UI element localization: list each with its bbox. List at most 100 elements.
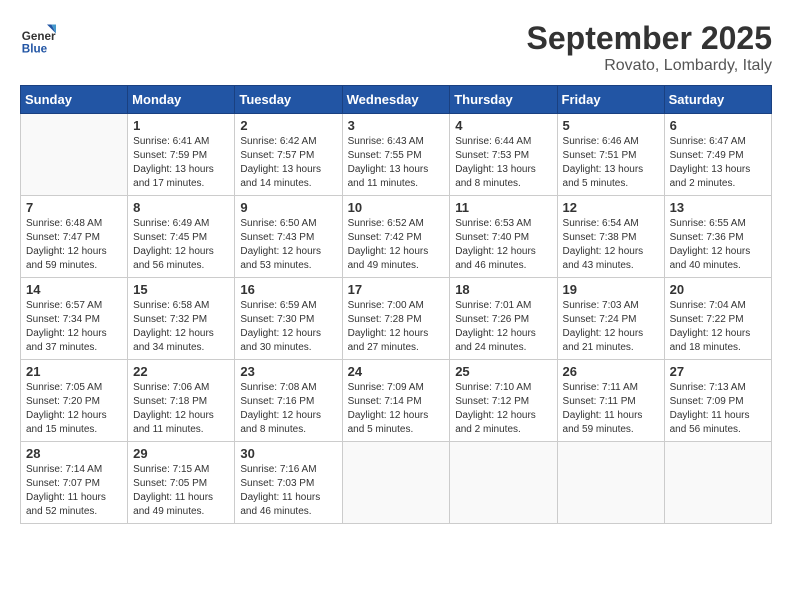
calendar-cell: 26Sunrise: 7:11 AM Sunset: 7:11 PM Dayli…: [557, 360, 664, 442]
day-info: Sunrise: 7:01 AM Sunset: 7:26 PM Dayligh…: [455, 299, 551, 355]
calendar-cell: 29 Sunrise: 7:15 AM Sunset: 7:05 PM Dayli…: [128, 442, 235, 524]
day-info: Sunrise: 6:49 AM Sunset: 7:45 PM Dayligh…: [133, 217, 229, 273]
calendar-cell: 6 Sunrise: 6:47 AM Sunset: 7:49 PM Daylig…: [664, 114, 771, 196]
day-info: Sunrise: 7:00 AM Sunset: 7:28 PM Dayligh…: [348, 299, 445, 355]
calendar-cell: 28Sunrise: 7:14 AM Sunset: 7:07 PM Dayli…: [21, 442, 128, 524]
day-number: 4: [455, 118, 551, 133]
column-header-saturday: Saturday: [664, 86, 771, 114]
day-info: Sunrise: 6:54 AM Sunset: 7:38 PM Dayligh…: [563, 217, 659, 273]
svg-text:General: General: [22, 30, 56, 43]
day-number: 12: [563, 200, 659, 215]
day-info: Sunrise: 6:50 AM Sunset: 7:43 PM Dayligh…: [240, 217, 336, 273]
calendar-cell: 10Sunrise: 6:52 AM Sunset: 7:42 PM Dayli…: [342, 196, 450, 278]
calendar-cell: 3 Sunrise: 6:43 AM Sunset: 7:55 PM Daylig…: [342, 114, 450, 196]
column-header-friday: Friday: [557, 86, 664, 114]
calendar-cell: 2 Sunrise: 6:42 AM Sunset: 7:57 PM Daylig…: [235, 114, 342, 196]
day-info: Sunrise: 7:08 AM Sunset: 7:16 PM Dayligh…: [240, 381, 336, 437]
month-title: September 2025: [527, 20, 772, 57]
calendar-week-row: 28Sunrise: 7:14 AM Sunset: 7:07 PM Dayli…: [21, 442, 772, 524]
calendar-cell: [342, 442, 450, 524]
day-info: Sunrise: 6:42 AM Sunset: 7:57 PM Dayligh…: [240, 135, 336, 191]
day-number: 30: [240, 446, 336, 461]
day-info: Sunrise: 6:46 AM Sunset: 7:51 PM Dayligh…: [563, 135, 659, 191]
day-info: Sunrise: 7:10 AM Sunset: 7:12 PM Dayligh…: [455, 381, 551, 437]
calendar-cell: 15 Sunrise: 6:58 AM Sunset: 7:32 PM Dayli…: [128, 278, 235, 360]
day-info: Sunrise: 6:58 AM Sunset: 7:32 PM Dayligh…: [133, 299, 229, 355]
calendar-cell: [21, 114, 128, 196]
day-info: Sunrise: 6:47 AM Sunset: 7:49 PM Dayligh…: [670, 135, 766, 191]
calendar-cell: 13Sunrise: 6:55 AM Sunset: 7:36 PM Dayli…: [664, 196, 771, 278]
day-number: 5: [563, 118, 659, 133]
calendar-cell: 17 Sunrise: 7:00 AM Sunset: 7:28 PM Dayli…: [342, 278, 450, 360]
page-header: General Blue September 2025 Rovato, Lomb…: [20, 20, 772, 75]
day-number: 1: [133, 118, 229, 133]
day-number: 15: [133, 282, 229, 297]
calendar-cell: 23Sunrise: 7:08 AM Sunset: 7:16 PM Dayli…: [235, 360, 342, 442]
title-block: September 2025 Rovato, Lombardy, Italy: [527, 20, 772, 75]
day-number: 19: [563, 282, 659, 297]
column-header-tuesday: Tuesday: [235, 86, 342, 114]
calendar-cell: 1 Sunrise: 6:41 AM Sunset: 7:59 PM Daylig…: [128, 114, 235, 196]
day-info: Sunrise: 6:43 AM Sunset: 7:55 PM Dayligh…: [348, 135, 445, 191]
day-number: 27: [670, 364, 766, 379]
column-header-monday: Monday: [128, 86, 235, 114]
column-header-wednesday: Wednesday: [342, 86, 450, 114]
day-info: Sunrise: 6:44 AM Sunset: 7:53 PM Dayligh…: [455, 135, 551, 191]
day-number: 24: [348, 364, 445, 379]
day-info: Sunrise: 6:53 AM Sunset: 7:40 PM Dayligh…: [455, 217, 551, 273]
logo-icon: General Blue: [20, 20, 56, 56]
day-number: 9: [240, 200, 336, 215]
day-info: Sunrise: 7:16 AM Sunset: 7:03 PM Dayligh…: [240, 463, 336, 519]
day-number: 21: [26, 364, 122, 379]
calendar-cell: 7Sunrise: 6:48 AM Sunset: 7:47 PM Daylig…: [21, 196, 128, 278]
day-number: 14: [26, 282, 122, 297]
day-number: 10: [348, 200, 445, 215]
day-info: Sunrise: 7:15 AM Sunset: 7:05 PM Dayligh…: [133, 463, 229, 519]
calendar-cell: 21Sunrise: 7:05 AM Sunset: 7:20 PM Dayli…: [21, 360, 128, 442]
calendar-cell: 30 Sunrise: 7:16 AM Sunset: 7:03 PM Dayli…: [235, 442, 342, 524]
calendar-cell: 8 Sunrise: 6:49 AM Sunset: 7:45 PM Daylig…: [128, 196, 235, 278]
day-info: Sunrise: 7:09 AM Sunset: 7:14 PM Dayligh…: [348, 381, 445, 437]
day-number: 8: [133, 200, 229, 215]
day-number: 28: [26, 446, 122, 461]
day-info: Sunrise: 6:57 AM Sunset: 7:34 PM Dayligh…: [26, 299, 122, 355]
day-number: 2: [240, 118, 336, 133]
day-number: 3: [348, 118, 445, 133]
day-info: Sunrise: 7:13 AM Sunset: 7:09 PM Dayligh…: [670, 381, 766, 437]
day-info: Sunrise: 7:06 AM Sunset: 7:18 PM Dayligh…: [133, 381, 229, 437]
location-title: Rovato, Lombardy, Italy: [527, 57, 772, 75]
day-number: 16: [240, 282, 336, 297]
calendar-cell: 11 Sunrise: 6:53 AM Sunset: 7:40 PM Dayli…: [450, 196, 557, 278]
calendar-week-row: 14 Sunrise: 6:57 AM Sunset: 7:34 PM Dayli…: [21, 278, 772, 360]
calendar-table: SundayMondayTuesdayWednesdayThursdayFrid…: [20, 85, 772, 524]
day-info: Sunrise: 7:11 AM Sunset: 7:11 PM Dayligh…: [563, 381, 659, 437]
logo: General Blue: [20, 20, 60, 56]
calendar-cell: 12 Sunrise: 6:54 AM Sunset: 7:38 PM Dayli…: [557, 196, 664, 278]
calendar-header-row: SundayMondayTuesdayWednesdayThursdayFrid…: [21, 86, 772, 114]
calendar-cell: 18 Sunrise: 7:01 AM Sunset: 7:26 PM Dayli…: [450, 278, 557, 360]
calendar-cell: 24 Sunrise: 7:09 AM Sunset: 7:14 PM Dayli…: [342, 360, 450, 442]
calendar-cell: [664, 442, 771, 524]
day-number: 29: [133, 446, 229, 461]
calendar-cell: 5 Sunrise: 6:46 AM Sunset: 7:51 PM Daylig…: [557, 114, 664, 196]
calendar-cell: 14 Sunrise: 6:57 AM Sunset: 7:34 PM Dayli…: [21, 278, 128, 360]
day-number: 22: [133, 364, 229, 379]
day-info: Sunrise: 7:04 AM Sunset: 7:22 PM Dayligh…: [670, 299, 766, 355]
day-info: Sunrise: 6:55 AM Sunset: 7:36 PM Dayligh…: [670, 217, 766, 273]
calendar-cell: 20Sunrise: 7:04 AM Sunset: 7:22 PM Dayli…: [664, 278, 771, 360]
calendar-cell: 16 Sunrise: 6:59 AM Sunset: 7:30 PM Dayli…: [235, 278, 342, 360]
column-header-thursday: Thursday: [450, 86, 557, 114]
day-number: 7: [26, 200, 122, 215]
calendar-week-row: 7Sunrise: 6:48 AM Sunset: 7:47 PM Daylig…: [21, 196, 772, 278]
calendar-cell: 9 Sunrise: 6:50 AM Sunset: 7:43 PM Daylig…: [235, 196, 342, 278]
day-number: 18: [455, 282, 551, 297]
day-info: Sunrise: 6:41 AM Sunset: 7:59 PM Dayligh…: [133, 135, 229, 191]
day-number: 17: [348, 282, 445, 297]
calendar-week-row: 1 Sunrise: 6:41 AM Sunset: 7:59 PM Daylig…: [21, 114, 772, 196]
day-number: 11: [455, 200, 551, 215]
svg-text:Blue: Blue: [22, 42, 48, 55]
calendar-cell: 19Sunrise: 7:03 AM Sunset: 7:24 PM Dayli…: [557, 278, 664, 360]
calendar-cell: 22 Sunrise: 7:06 AM Sunset: 7:18 PM Dayli…: [128, 360, 235, 442]
day-info: Sunrise: 6:59 AM Sunset: 7:30 PM Dayligh…: [240, 299, 336, 355]
day-number: 6: [670, 118, 766, 133]
